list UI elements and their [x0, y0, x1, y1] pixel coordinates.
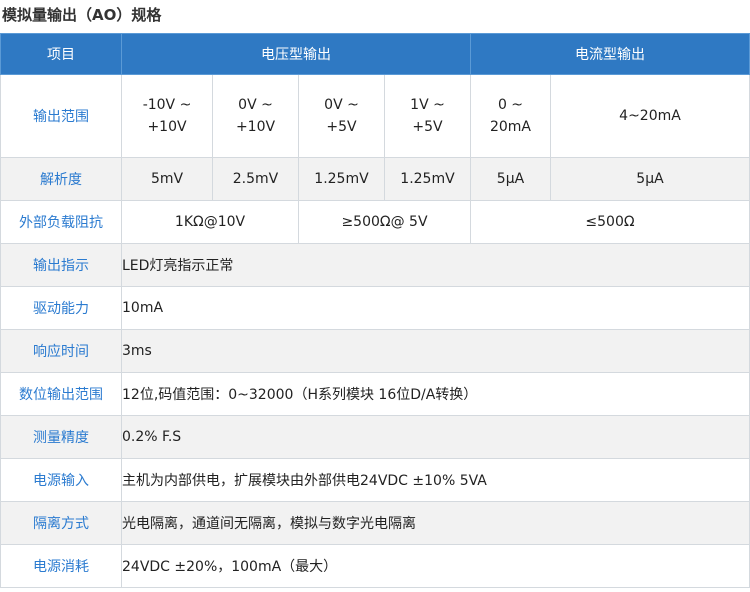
table-cell: 1V ~ +5V — [384, 74, 471, 158]
row-label: 输出范围 — [0, 74, 122, 158]
table-cell: 4~20mA — [550, 74, 750, 158]
row-label: 解析度 — [0, 157, 122, 201]
page-title: 模拟量输出（AO）规格 — [2, 6, 162, 24]
table-cell: 1.25mV — [384, 157, 471, 201]
table-row-external-load: 外部负载阻抗 1KΩ@10V ≥500Ω@ 5V ≤500Ω — [0, 200, 750, 244]
table-row-accuracy: 测量精度 0.2% F.S — [0, 415, 750, 459]
table-cell: 5μA — [550, 157, 750, 201]
row-label: 数位输出范围 — [0, 372, 122, 416]
table-row-isolation: 隔离方式 光电隔离，通道间无隔离，模拟与数字光电隔离 — [0, 501, 750, 545]
row-label: 响应时间 — [0, 329, 122, 373]
table-row-drive-capacity: 驱动能力 10mA — [0, 286, 750, 330]
table-cell: 0V ~ +10V — [212, 74, 299, 158]
table-cell: 主机为内部供电，扩展模块由外部供电24VDC ±10% 5VA — [121, 458, 750, 502]
header-current-output: 电流型输出 — [470, 33, 750, 75]
row-label: 输出指示 — [0, 243, 122, 287]
table-cell: 5μA — [470, 157, 551, 201]
table-cell: 24VDC ±20%，100mA（最大） — [121, 544, 750, 588]
ao-spec-table: 项目 电压型输出 电流型输出 输出范围 -10V ~ +10V 0V ~ +10V … — [0, 33, 750, 588]
table-cell: LED灯亮指示正常 — [121, 243, 750, 287]
table-cell: 1KΩ@10V — [121, 200, 299, 244]
table-cell: 1.25mV — [298, 157, 385, 201]
header-item: 项目 — [0, 33, 122, 75]
table-row-response-time: 响应时间 3ms — [0, 329, 750, 373]
table-row-resolution: 解析度 5mV 2.5mV 1.25mV 1.25mV 5μA 5μA — [0, 157, 750, 201]
table-cell: 12位,码值范围：0~32000（H系列模块 16位D/A转换） — [121, 372, 750, 416]
table-cell: 0.2% F.S — [121, 415, 750, 459]
table-row-output-indicator: 输出指示 LED灯亮指示正常 — [0, 243, 750, 287]
table-cell: 5mV — [121, 157, 213, 201]
table-row-output-range: 输出范围 -10V ~ +10V 0V ~ +10V 0V ~ +5V 1V ~ +5V… — [0, 74, 750, 158]
table-cell: 10mA — [121, 286, 750, 330]
row-label: 测量精度 — [0, 415, 122, 459]
table-cell: 3ms — [121, 329, 750, 373]
row-label: 电源消耗 — [0, 544, 122, 588]
table-row-power-input: 电源输入 主机为内部供电，扩展模块由外部供电24VDC ±10% 5VA — [0, 458, 750, 502]
row-label: 隔离方式 — [0, 501, 122, 545]
table-row-power-consumption: 电源消耗 24VDC ±20%，100mA（最大） — [0, 544, 750, 588]
table-cell: ≥500Ω@ 5V — [298, 200, 471, 244]
table-cell: 2.5mV — [212, 157, 299, 201]
table-cell: 光电隔离，通道间无隔离，模拟与数字光电隔离 — [121, 501, 750, 545]
table-cell: 0 ~20mA — [470, 74, 551, 158]
table-cell: 0V ~ +5V — [298, 74, 385, 158]
table-cell: -10V ~ +10V — [121, 74, 213, 158]
header-row: 项目 电压型输出 电流型输出 — [0, 33, 750, 75]
row-label: 驱动能力 — [0, 286, 122, 330]
table-row-digital-output-range: 数位输出范围 12位,码值范围：0~32000（H系列模块 16位D/A转换） — [0, 372, 750, 416]
row-label: 外部负载阻抗 — [0, 200, 122, 244]
row-label: 电源输入 — [0, 458, 122, 502]
table-cell: ≤500Ω — [470, 200, 750, 244]
header-voltage-output: 电压型输出 — [121, 33, 471, 75]
